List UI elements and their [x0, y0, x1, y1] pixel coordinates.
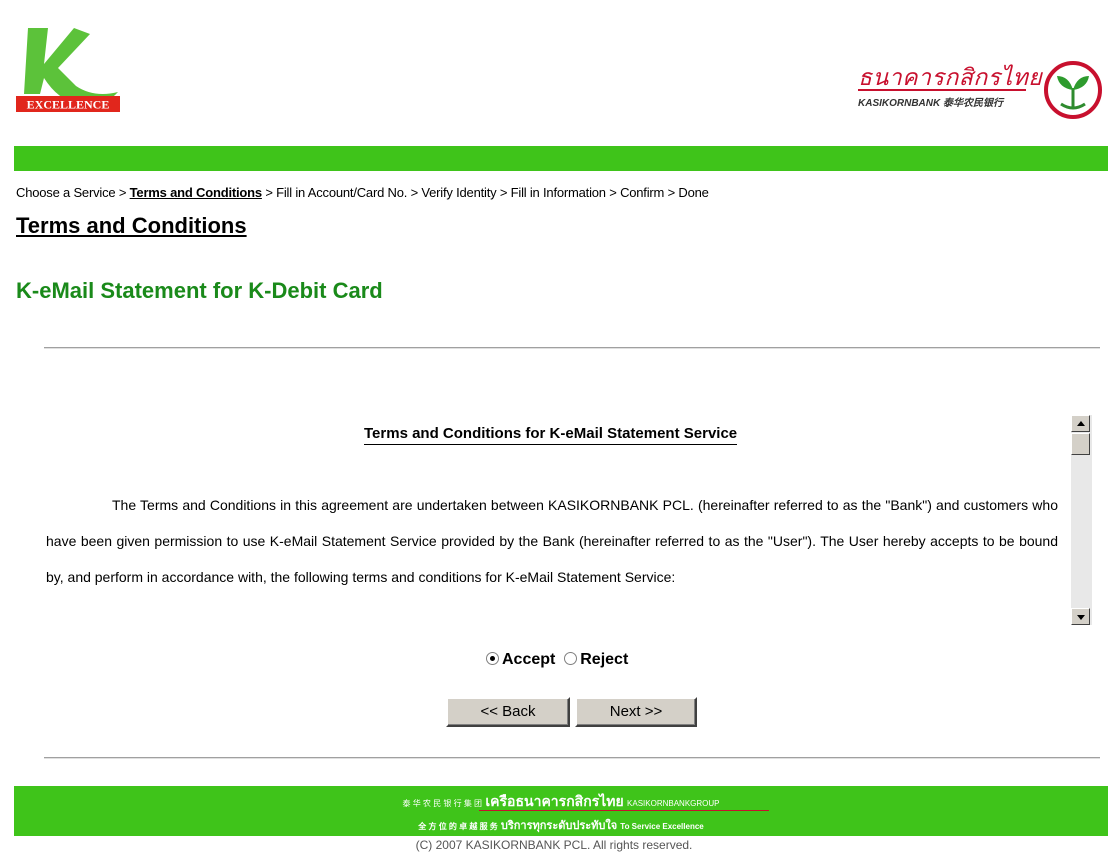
back-button[interactable]: << Back: [446, 697, 570, 727]
bank-name-underline: [858, 89, 1026, 91]
footer-divider: [479, 810, 769, 811]
breadcrumb: Choose a Service > Terms and Conditions …: [16, 185, 709, 200]
arrow-down-icon: [1077, 615, 1085, 620]
arrow-up-icon: [1077, 421, 1085, 426]
next-button[interactable]: Next >>: [575, 697, 697, 727]
breadcrumb-step-fill-information: Fill in Information: [510, 185, 606, 200]
k-logo-icon: EXCELLENCE: [16, 28, 120, 112]
scroll-up-button[interactable]: [1071, 415, 1090, 432]
svg-text:EXCELLENCE: EXCELLENCE: [27, 98, 110, 112]
breadcrumb-separator: >: [407, 185, 422, 200]
k-excellence-logo: EXCELLENCE: [14, 24, 124, 116]
kasikornbank-logo: ธนาคารกสิกรไทย KASIKORNBANK 泰华农民银行: [850, 60, 1108, 124]
breadcrumb-separator: >: [115, 185, 130, 200]
kasikornbank-emblem-icon: [1044, 61, 1102, 119]
reject-radio[interactable]: [564, 651, 578, 665]
footer-group-cn: 泰 华 农 民 银 行 集 团: [402, 799, 483, 808]
accept-label[interactable]: Accept: [502, 651, 555, 668]
footer-group-thai: เครือธนาคารกสิกรไทย: [485, 793, 624, 809]
footer-slogan-line: 全 方 位 的 卓 越 服 务 บริการทุกระดับประทับใจ T…: [14, 816, 1108, 834]
terms-body-text: The Terms and Conditions in this agreeme…: [46, 497, 1058, 585]
service-title: K-eMail Statement for K-Debit Card: [16, 278, 383, 303]
accept-radio[interactable]: [486, 651, 499, 665]
divider-bottom: [44, 757, 1100, 759]
reject-option[interactable]: Reject: [564, 651, 628, 668]
copyright-text: (C) 2007 KASIKORNBANK PCL. All rights re…: [415, 838, 693, 852]
scroll-down-button[interactable]: [1071, 608, 1090, 625]
breadcrumb-separator: >: [496, 185, 511, 200]
footer-bar: 泰 华 农 民 银 行 集 团 เครือธนาคารกสิกรไทย KASI…: [14, 786, 1108, 836]
footer-slogan-cn: 全 方 位 的 卓 越 服 务: [418, 822, 498, 831]
divider-top: [44, 347, 1100, 349]
reject-label[interactable]: Reject: [580, 651, 628, 668]
breadcrumb-separator: >: [261, 185, 277, 200]
breadcrumb-step-terms: Terms and Conditions: [129, 185, 262, 200]
accept-reject-group: Accept Reject: [486, 651, 628, 669]
terms-heading: Terms and Conditions for K-eMail Stateme…: [364, 425, 738, 445]
footer-slogan-en: To Service Excellence: [620, 822, 704, 831]
page-title: Terms and Conditions: [16, 213, 247, 238]
header-green-bar: [14, 146, 1108, 171]
breadcrumb-separator: >: [605, 185, 621, 200]
terms-scrollbar[interactable]: [1071, 415, 1092, 625]
breadcrumb-step-verify-identity: Verify Identity: [421, 185, 497, 200]
breadcrumb-step-confirm: Confirm: [620, 185, 665, 200]
scroll-thumb[interactable]: [1071, 433, 1090, 455]
footer-slogan-thai: บริการทุกระดับประทับใจ: [500, 820, 618, 832]
terms-scroll-area[interactable]: Terms and Conditions for K-eMail Stateme…: [44, 413, 1070, 630]
breadcrumb-separator: >: [664, 185, 679, 200]
bank-name-en: KASIKORNBANK 泰华农民银行: [858, 98, 1003, 109]
accept-option[interactable]: Accept: [486, 651, 555, 668]
breadcrumb-step-choose-service: Choose a Service: [16, 185, 116, 200]
breadcrumb-step-fill-account: Fill in Account/Card No.: [276, 185, 408, 200]
footer-group-en: KASIKORNBANKGROUP: [627, 799, 720, 808]
breadcrumb-step-done: Done: [678, 185, 709, 200]
